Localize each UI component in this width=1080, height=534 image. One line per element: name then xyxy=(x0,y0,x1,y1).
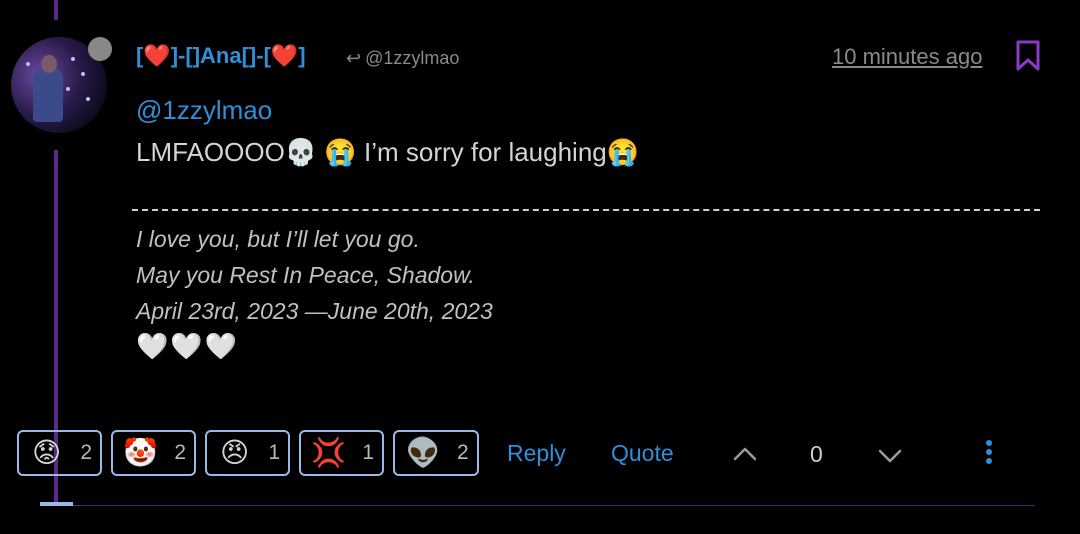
alien-icon: 👽 xyxy=(405,436,441,469)
upvote-chevron-icon[interactable] xyxy=(730,440,760,470)
worried-face-icon: 😟 xyxy=(32,436,62,469)
reaction-count: 2 xyxy=(80,441,92,464)
reaction-count: 2 xyxy=(457,441,469,464)
reply-to[interactable]: ↩ @1zzylmao xyxy=(346,48,459,69)
reaction-button[interactable]: 🤡 2 xyxy=(111,430,196,476)
avatar-light xyxy=(81,72,85,76)
bottom-border xyxy=(40,505,1035,506)
status-indicator xyxy=(88,37,112,61)
reaction-count: 1 xyxy=(268,441,280,464)
quote-button[interactable]: Quote xyxy=(611,440,674,467)
username[interactable]: [❤️]-[]Ana[]-[❤️] xyxy=(136,43,306,69)
thread-line xyxy=(54,0,58,20)
reply-arrow-icon: ↩ xyxy=(346,48,362,68)
avatar-light xyxy=(71,57,75,61)
vote-count: 0 xyxy=(810,441,823,467)
comment-post: [❤️]-[]Ana[]-[❤️] ↩ @1zzylmao 10 minutes … xyxy=(0,0,1080,534)
anger-symbol-icon: 💢 xyxy=(311,436,347,469)
reaction-count: 1 xyxy=(362,441,374,464)
reaction-button[interactable]: 😟 2 xyxy=(17,430,102,476)
avatar-light xyxy=(66,87,70,91)
avatar-light xyxy=(86,97,90,101)
signature-hearts: 🤍🤍🤍 xyxy=(136,332,240,362)
more-options-icon[interactable] xyxy=(978,436,1000,468)
reaction-button[interactable]: 👽 2 xyxy=(393,430,479,476)
avatar-figure xyxy=(33,67,63,122)
reaction-button[interactable]: 💢 1 xyxy=(299,430,384,476)
bookmark-icon[interactable] xyxy=(1015,40,1041,72)
reply-button[interactable]: Reply xyxy=(507,440,566,467)
signature-divider xyxy=(132,209,1040,211)
timestamp[interactable]: 10 minutes ago xyxy=(832,44,982,70)
avatar-light xyxy=(26,62,30,66)
angry-face-icon: 😠 xyxy=(220,436,250,469)
bottom-accent xyxy=(40,502,73,506)
signature-line: I love you, but I’ll let you go. xyxy=(136,226,420,252)
reaction-button[interactable]: 😠 1 xyxy=(205,430,290,476)
reply-to-handle: @1zzylmao xyxy=(365,48,460,68)
clown-face-icon: 🤡 xyxy=(123,436,159,469)
signature-line: May you Rest In Peace, Shadow. xyxy=(136,262,475,288)
downvote-chevron-icon[interactable] xyxy=(875,440,905,470)
message-text: LMFAOOOO💀 😭 I’m sorry for laughing😭 xyxy=(136,137,640,167)
mention-link[interactable]: @1zzylmao xyxy=(136,95,272,126)
avatar-head xyxy=(41,55,57,73)
signature-line: April 23rd, 2023 —June 20th, 2023 xyxy=(136,298,493,324)
reaction-count: 2 xyxy=(174,441,186,464)
